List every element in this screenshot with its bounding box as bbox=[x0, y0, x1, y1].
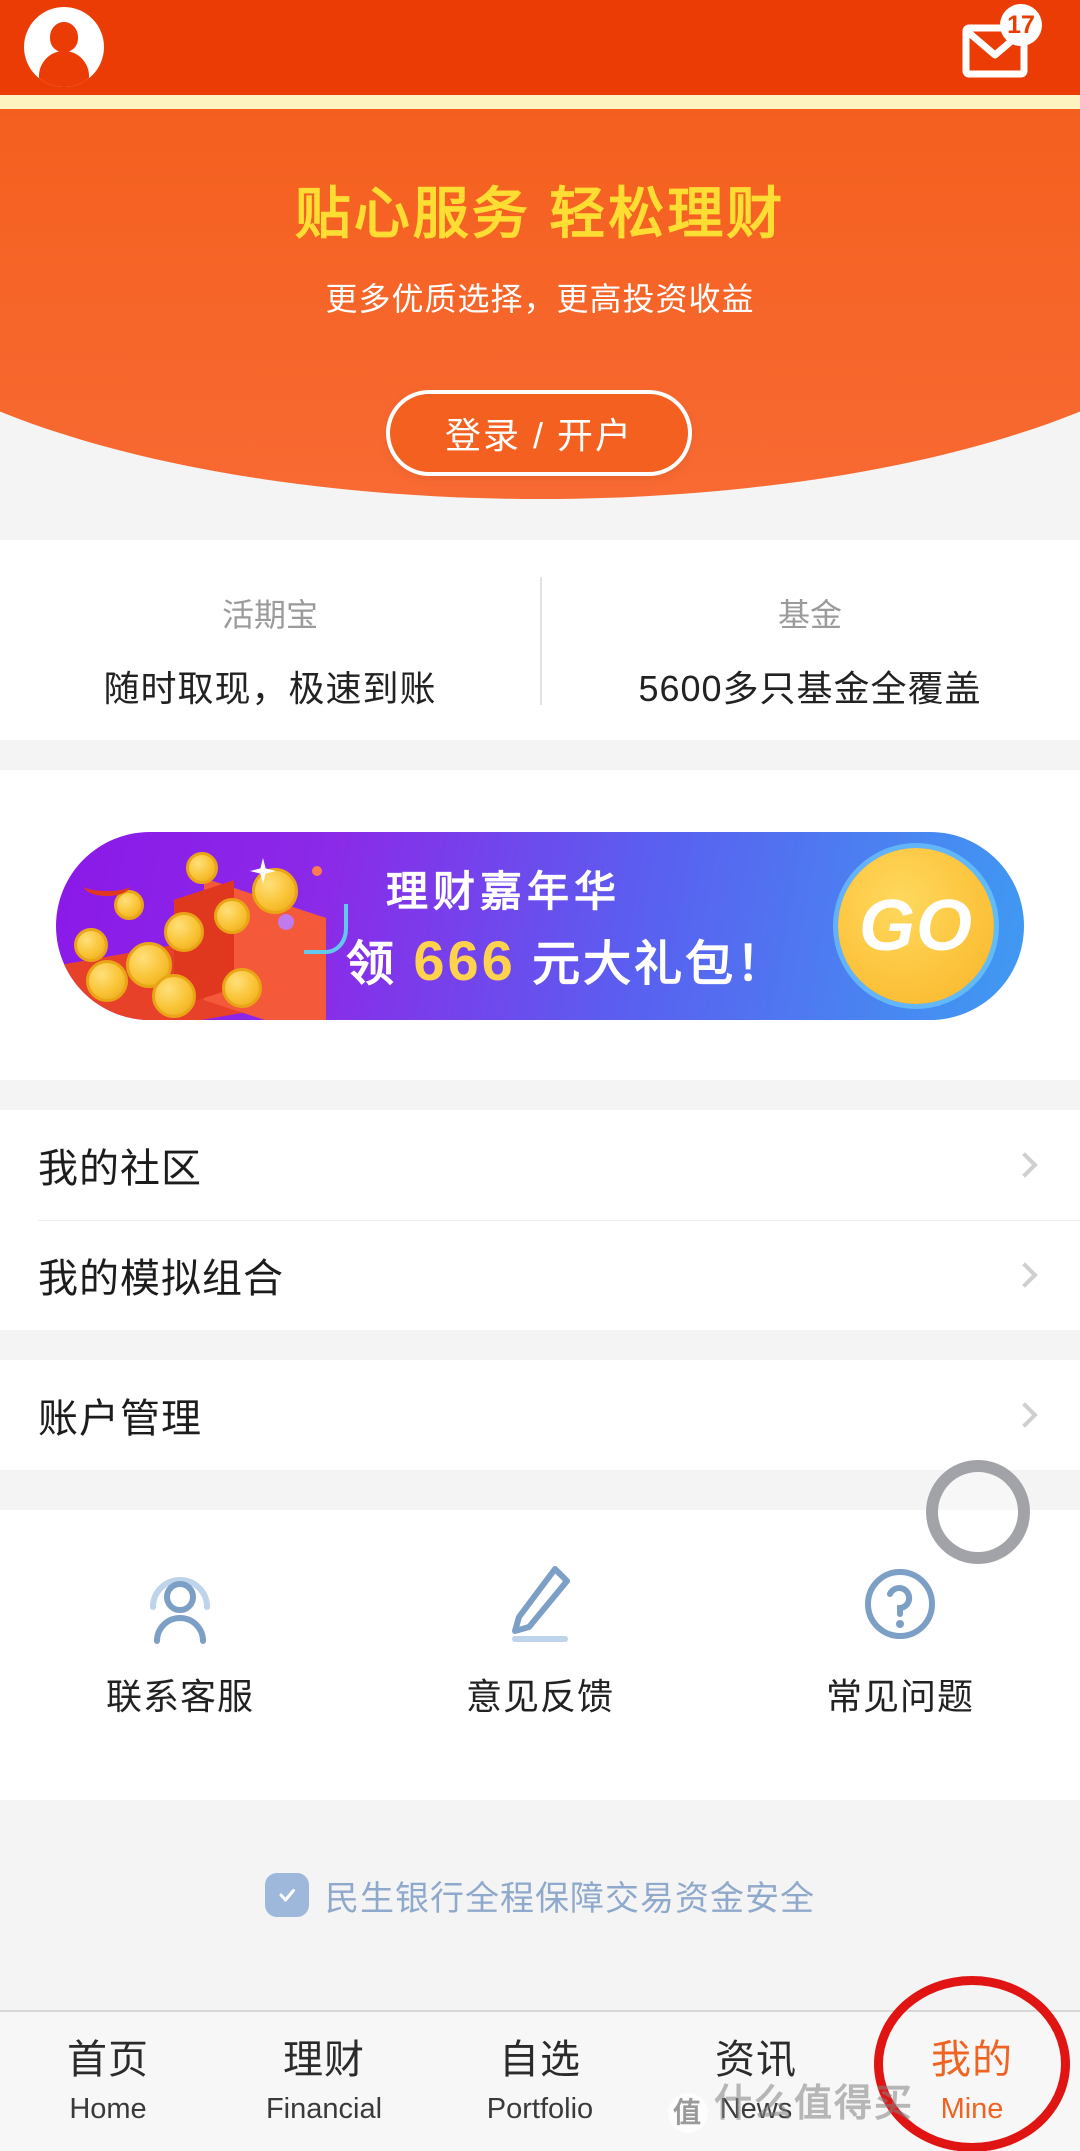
stat-item-fund[interactable]: 基金 5600多只基金全覆盖 bbox=[540, 540, 1080, 740]
top-bar: 17 bbox=[0, 0, 1080, 95]
app-screen: 17 贴心服务 轻松理财 更多优质选择，更高投资收益 登录 / 开户 活期宝 随… bbox=[0, 0, 1080, 2151]
nav-tab-label-en: Mine bbox=[940, 2093, 1004, 2125]
service-contact-support[interactable]: 联系客服 bbox=[0, 1558, 360, 1720]
watermark-text: 什么值得买 bbox=[714, 2083, 915, 2125]
coin bbox=[222, 968, 262, 1008]
chevron-right-icon bbox=[1012, 1402, 1038, 1428]
assistive-touch-button[interactable] bbox=[926, 1460, 1030, 1564]
coin bbox=[252, 868, 298, 914]
avatar-head bbox=[50, 22, 78, 52]
mail-badge: 17 bbox=[1000, 4, 1042, 46]
confetti-dot bbox=[312, 866, 322, 876]
banner-go-button[interactable]: GO bbox=[838, 848, 994, 1004]
banner-line2: 领 666 元大礼包！ bbox=[346, 924, 866, 994]
menu-group-community: 我的社区 我的模拟组合 bbox=[0, 1110, 1080, 1330]
chevron-right-icon bbox=[1012, 1152, 1038, 1178]
service-feedback[interactable]: 意见反馈 bbox=[360, 1558, 720, 1720]
security-text: 民生银行全程保障交易资金安全 bbox=[325, 1879, 815, 1918]
menu-item-account-management[interactable]: 账户管理 bbox=[0, 1360, 1080, 1470]
stat-item-huoqibao[interactable]: 活期宝 随时取现，极速到账 bbox=[0, 540, 540, 740]
service-faq[interactable]: 常见问题 bbox=[720, 1558, 1080, 1720]
nav-tab-label-en: Portfolio bbox=[486, 2093, 594, 2125]
nav-tab-label-en: Financial bbox=[265, 2093, 383, 2125]
promo-banner[interactable]: 理财嘉年华 领 666 元大礼包！ GO bbox=[56, 832, 1024, 1020]
nav-tab-label-cn: 理财 bbox=[283, 2038, 365, 2082]
nav-tab-label-cn: 首页 bbox=[67, 2038, 149, 2082]
chevron-right-icon bbox=[1012, 1262, 1038, 1288]
section-gap bbox=[0, 1080, 1080, 1110]
stat-title: 活期宝 bbox=[221, 597, 318, 633]
confetti-ribbon bbox=[304, 904, 348, 954]
confetti-dot bbox=[278, 914, 294, 930]
stat-title: 基金 bbox=[777, 597, 842, 633]
avatar-body bbox=[39, 51, 89, 87]
coin bbox=[214, 898, 250, 934]
coin bbox=[152, 974, 196, 1018]
stat-desc: 5600多只基金全覆盖 bbox=[638, 668, 982, 709]
coin bbox=[86, 960, 128, 1002]
nav-tab-label-cn: 我的 bbox=[931, 2038, 1013, 2082]
service-label: 意见反馈 bbox=[465, 1676, 614, 1717]
confetti-ribbon bbox=[84, 876, 130, 896]
nav-tab-label-cn: 自选 bbox=[499, 2038, 581, 2082]
banner-line1: 理财嘉年华 bbox=[386, 868, 622, 915]
menu-item-label: 账户管理 bbox=[38, 1397, 202, 1441]
section-gap bbox=[0, 740, 1080, 770]
stats-divider bbox=[540, 577, 542, 705]
pencil-icon bbox=[360, 1558, 720, 1650]
coin bbox=[186, 852, 218, 884]
service-label: 联系客服 bbox=[105, 1676, 254, 1717]
login-register-button[interactable]: 登录 / 开户 bbox=[386, 390, 692, 476]
menu-item-my-portfolio-sim[interactable]: 我的模拟组合 bbox=[0, 1220, 1080, 1330]
accent-divider bbox=[0, 95, 1080, 109]
stat-desc: 随时取现，极速到账 bbox=[103, 668, 437, 709]
watermark: 值什么值得买 bbox=[668, 2072, 914, 2133]
menu-item-label: 我的社区 bbox=[38, 1147, 202, 1191]
mail-button[interactable]: 17 bbox=[962, 4, 1042, 80]
question-mark-icon bbox=[720, 1558, 1080, 1650]
coin bbox=[74, 928, 108, 962]
menu-item-my-community[interactable]: 我的社区 bbox=[0, 1110, 1080, 1220]
banner-line2-prefix: 领 bbox=[346, 938, 414, 991]
avatar[interactable] bbox=[24, 7, 104, 87]
security-footer: 民生银行全程保障交易资金安全 bbox=[0, 1800, 1080, 1990]
customer-service-icon bbox=[0, 1558, 360, 1650]
nav-tab-portfolio[interactable]: 自选 Portfolio bbox=[432, 2012, 648, 2151]
nav-tab-financial[interactable]: 理财 Financial bbox=[216, 2012, 432, 2151]
promo-banner-section: 理财嘉年华 领 666 元大礼包！ GO bbox=[0, 770, 1080, 1080]
shield-check-icon bbox=[265, 1873, 309, 1917]
bottom-nav: 首页 Home 理财 Financial 自选 Portfolio 资讯 New… bbox=[0, 2010, 1080, 2151]
section-gap bbox=[0, 1330, 1080, 1360]
nav-tab-home[interactable]: 首页 Home bbox=[0, 2012, 216, 2151]
menu-group-account: 账户管理 bbox=[0, 1360, 1080, 1470]
section-gap bbox=[0, 1470, 1080, 1510]
banner-amount: 666 bbox=[413, 929, 516, 992]
watermark-logo: 值 bbox=[668, 2093, 708, 2133]
nav-tab-label-en: Home bbox=[69, 2093, 147, 2125]
hero-subtitle: 更多优质选择，更高投资收益 bbox=[325, 281, 755, 317]
service-label: 常见问题 bbox=[825, 1676, 974, 1717]
hero-title: 贴心服务 轻松理财 bbox=[294, 182, 786, 245]
banner-line2-suffix: 元大礼包！ bbox=[515, 938, 788, 991]
menu-item-label: 我的模拟组合 bbox=[38, 1257, 284, 1301]
coin bbox=[164, 912, 204, 952]
services-section: 联系客服 意见反馈 常见问题 bbox=[0, 1510, 1080, 1800]
